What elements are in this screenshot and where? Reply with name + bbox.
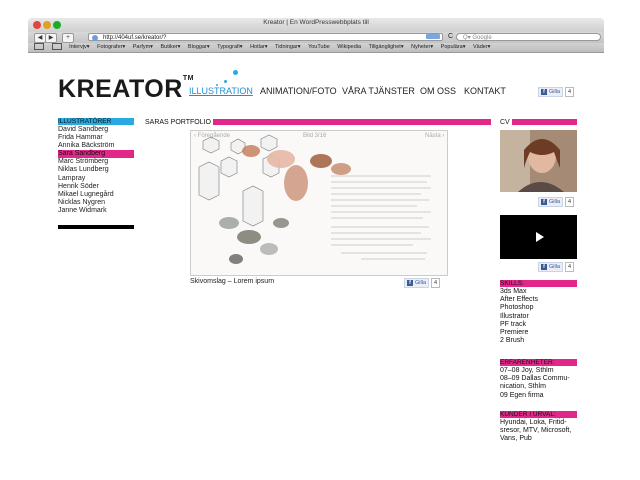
bookmark-item[interactable]: Nyheter▾ <box>411 43 433 52</box>
browser-toolbar: ◀ ▶ + http://404uf.se/kreator/? C Q▾ Goo… <box>28 32 604 43</box>
experience-item: 07–08 Joy, Sthlm <box>500 367 554 374</box>
bookmark-item[interactable]: Butiker▾ <box>160 43 180 52</box>
bookmark-item[interactable]: Intervjv▾ <box>69 43 90 52</box>
url-text: http://404uf.se/kreator/? <box>103 35 167 41</box>
nav-animation-foto[interactable]: ANIMATION/FOTO <box>260 86 337 96</box>
client-item: Vans, Pub <box>500 435 532 443</box>
facebook-like-photo[interactable]: f Gilla 4 <box>538 197 575 207</box>
window-title: Kreator | En WordPresswebbplats till <box>263 19 369 26</box>
skill-item: Photoshop <box>500 304 534 312</box>
client-item: Hyundai, Loka, Fritid- <box>500 419 567 426</box>
illustrators-heading: ILLUSTRATÖRER <box>58 118 134 125</box>
book-icon[interactable] <box>34 43 44 51</box>
facebook-like-portfolio[interactable]: f Gilla 4 <box>404 278 441 288</box>
cv-heading: CV <box>500 119 510 126</box>
cv-heading-bar <box>512 119 577 125</box>
client-item: sresor, MTV, Microsoft, <box>500 427 572 435</box>
facebook-icon: f <box>541 264 547 270</box>
skills-heading: SKILLS: <box>500 280 577 287</box>
image-counter: Bild 3/16 <box>303 133 327 139</box>
site-logo[interactable]: KREATORTM <box>58 75 194 104</box>
illustrator-link[interactable]: Lampray <box>58 175 134 183</box>
skill-item: After Effects <box>500 296 538 304</box>
grid-icon[interactable] <box>51 43 62 51</box>
facebook-icon: f <box>541 89 547 95</box>
reload-button[interactable]: C <box>448 33 453 41</box>
illustrator-link[interactable]: Frida Hammar <box>58 134 134 142</box>
clients-heading: KUNDER I URVAL: <box>500 411 577 418</box>
bookmark-item[interactable]: Parfym▾ <box>133 43 153 52</box>
illustrator-link[interactable]: Annika Bäckström <box>58 142 134 150</box>
bookmark-item[interactable]: Populära▾ <box>441 43 466 52</box>
url-field[interactable]: http://404uf.se/kreator/? <box>88 33 443 41</box>
illustrator-link[interactable]: Marc Strömberg <box>58 158 134 166</box>
skill-item: 2 Brush <box>500 337 525 345</box>
nav-illustration[interactable]: ILLUSTRATION <box>189 86 253 96</box>
bookmarks-bar: Intervjv▾ Fotografer▾ Parfym▾ Butiker▾ B… <box>28 43 604 53</box>
play-icon[interactable] <box>536 232 544 242</box>
nav-vara-tjanster[interactable]: VÅRA TJÄNSTER <box>342 86 415 96</box>
experience-heading: ERFARENHETER: <box>500 359 577 366</box>
illustrator-link[interactable]: Janne Widmark <box>58 207 134 215</box>
portfolio-heading-bar <box>213 119 491 125</box>
illustrator-link[interactable]: Niklas Lundberg <box>58 166 134 174</box>
add-bookmark-button[interactable]: + <box>62 33 74 43</box>
video-player[interactable] <box>500 215 577 259</box>
web-page: KREATORTM ILLUSTRATION ANIMATION/FOTO VÅ… <box>28 53 604 480</box>
forward-button[interactable]: ▶ <box>45 33 57 43</box>
illustrator-link[interactable]: Mikael Lugnegård <box>58 191 134 199</box>
facebook-like-video[interactable]: f Gilla 4 <box>538 262 575 272</box>
illustrators-list: David Sandberg Frida Hammar Annika Bäcks… <box>58 126 134 215</box>
skill-item: 3ds Max <box>500 288 527 295</box>
search-input[interactable]: Q▾ Google <box>456 33 601 41</box>
bookmark-item[interactable]: Hotlar▾ <box>250 43 267 52</box>
clients-list: Hyundai, Loka, Fritid- sresor, MTV, Micr… <box>500 419 577 444</box>
facebook-like-header[interactable]: f Gilla 4 <box>538 87 575 97</box>
experience-item: nication, Sthlm <box>500 383 546 391</box>
portfolio-image[interactable]: ‹ Föregående Bild 3/16 Nästa › <box>190 130 448 276</box>
bookmark-item[interactable]: Bloggar▾ <box>188 43 210 52</box>
illustrator-link-selected[interactable]: Sara Sandberg <box>58 150 134 159</box>
experience-list: 07–08 Joy, Sthlm 08–09 Dallas Commu- nic… <box>500 367 577 400</box>
rss-icon[interactable] <box>426 34 440 39</box>
bookmark-item[interactable]: Wikipedia <box>337 43 361 52</box>
portfolio-heading: SARAS PORTFOLIO <box>145 119 211 126</box>
experience-item: 08–09 Dallas Commu- <box>500 375 570 383</box>
skills-list: 3ds Max After Effects Photoshop Illustra… <box>500 288 577 345</box>
bookmark-item[interactable]: Tillgänglighet▾ <box>369 43 404 52</box>
list-end-bar <box>58 225 134 229</box>
facebook-icon: f <box>407 280 413 286</box>
illustrator-link[interactable]: Nicklas Nygren <box>58 199 134 207</box>
skill-item: Illustrator <box>500 312 529 320</box>
nav-kontakt[interactable]: KONTAKT <box>464 86 506 96</box>
bookmark-item[interactable]: Fotografer▾ <box>97 43 125 52</box>
facebook-icon: f <box>541 199 547 205</box>
next-image-link[interactable]: Nästa › <box>425 133 444 139</box>
skill-item: PF track <box>500 320 527 328</box>
bookmark-item[interactable]: Typografi▾ <box>217 43 242 52</box>
bookmark-item[interactable]: YouTube <box>308 43 330 52</box>
skill-item: Premiere <box>500 329 529 337</box>
bookmark-item[interactable]: Tidningar▾ <box>275 43 301 52</box>
illustrator-link[interactable]: David Sandberg <box>58 126 134 134</box>
logo-dot-decoration <box>224 80 227 83</box>
illustrator-link[interactable]: Henrik Söder <box>58 183 134 191</box>
bookmark-item[interactable]: Väder▾ <box>473 43 490 52</box>
logo-dot-decoration <box>233 70 238 75</box>
nav-om-oss[interactable]: OM OSS <box>420 86 456 96</box>
image-caption: Skivomslag – Lorem ipsum <box>190 278 275 285</box>
window-titlebar: Kreator | En WordPresswebbplats till <box>28 18 604 32</box>
globe-icon <box>92 35 98 41</box>
prev-image-link[interactable]: ‹ Föregående <box>194 133 230 139</box>
experience-item: 09 Egen firma <box>500 391 544 399</box>
artwork-illustration <box>198 134 431 264</box>
portrait-photo <box>500 130 577 192</box>
